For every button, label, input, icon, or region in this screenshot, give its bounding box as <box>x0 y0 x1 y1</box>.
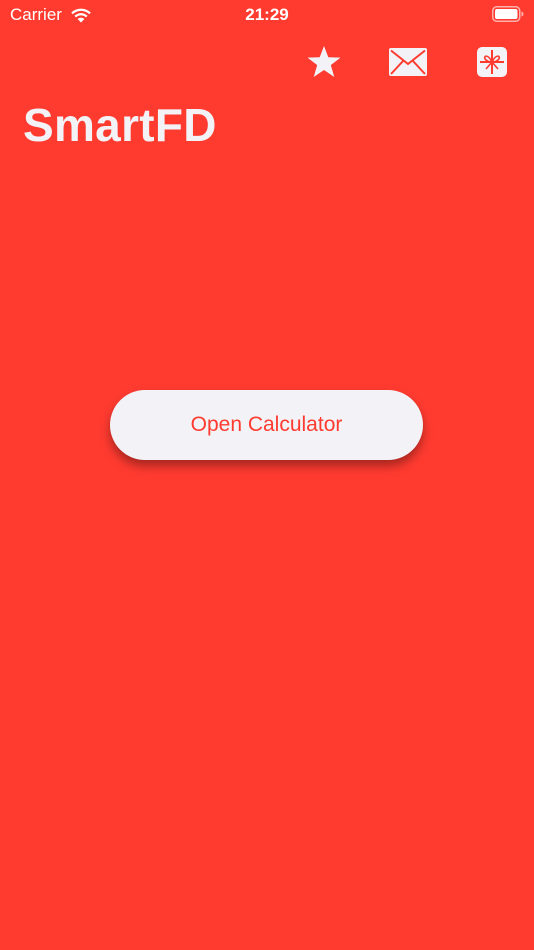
open-calculator-label: Open Calculator <box>190 413 343 436</box>
mail-button[interactable] <box>388 42 428 82</box>
open-calculator-button[interactable]: Open Calculator <box>110 390 423 460</box>
toolbar <box>304 42 512 82</box>
status-bar: Carrier 21:29 <box>0 0 534 30</box>
page-title: SmartFD <box>23 99 217 151</box>
gift-icon <box>477 47 507 77</box>
battery-icon <box>492 6 524 22</box>
favorite-button[interactable] <box>304 42 344 82</box>
star-icon <box>307 46 341 77</box>
envelope-icon <box>389 48 427 76</box>
status-time: 21:29 <box>245 5 289 24</box>
gift-button[interactable] <box>472 42 512 82</box>
